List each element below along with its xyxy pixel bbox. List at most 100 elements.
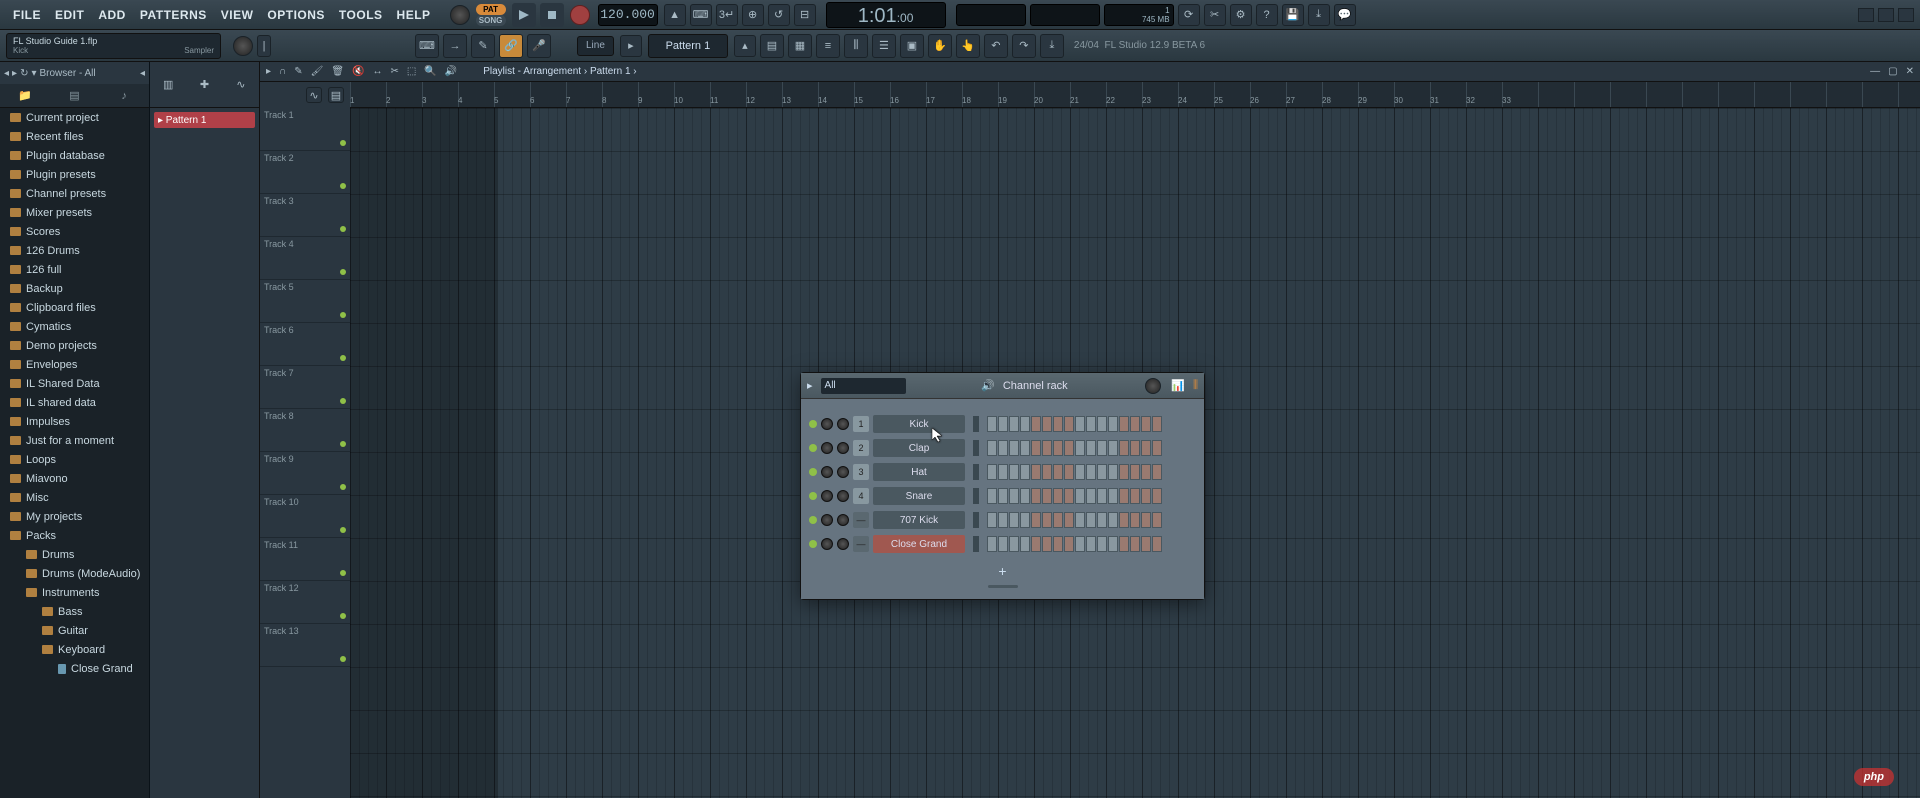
channel-mute-led[interactable] xyxy=(809,420,817,428)
step-cell[interactable] xyxy=(1053,512,1063,528)
playlist-max-icon[interactable]: ▢ xyxy=(1888,66,1897,77)
step-cell[interactable] xyxy=(1086,488,1096,504)
step-cell[interactable] xyxy=(1020,512,1030,528)
browser-item[interactable]: Packs xyxy=(0,526,149,545)
step-cell[interactable] xyxy=(1075,512,1085,528)
menu-edit[interactable]: EDIT xyxy=(48,8,91,22)
tempo-display[interactable]: 120.000 xyxy=(598,4,658,26)
track-header[interactable]: Track 3 xyxy=(260,194,350,237)
browser-item[interactable]: Drums xyxy=(0,545,149,564)
browser-item[interactable]: Clipboard files xyxy=(0,298,149,317)
playlist-min-icon[interactable]: — xyxy=(1870,66,1880,77)
browser-item[interactable]: Misc xyxy=(0,488,149,507)
close-button[interactable] xyxy=(1898,8,1914,22)
step-cell[interactable] xyxy=(1130,536,1140,552)
wait-input-icon[interactable]: ⌨ xyxy=(690,4,712,26)
step-cell[interactable] xyxy=(1086,416,1096,432)
ruler-pat-icon[interactable]: ▤ xyxy=(328,87,344,103)
step-cell[interactable] xyxy=(1053,440,1063,456)
step-cell[interactable] xyxy=(1042,440,1052,456)
playlist-toggle[interactable]: ▤ xyxy=(760,34,784,58)
typing-kb-icon[interactable]: ⌨ xyxy=(415,34,439,58)
browser-item[interactable]: Scores xyxy=(0,222,149,241)
channel-route[interactable]: — xyxy=(853,536,869,552)
browser-item[interactable]: Demo projects xyxy=(0,336,149,355)
cloud-icon[interactable]: ⤓ xyxy=(1040,34,1064,58)
browser-item[interactable]: Cymatics xyxy=(0,317,149,336)
pattern-selector[interactable]: Pattern 1 xyxy=(648,34,728,58)
step-cell[interactable] xyxy=(1141,464,1151,480)
step-cell[interactable] xyxy=(1042,512,1052,528)
ruler-wave-icon[interactable]: ∿ xyxy=(306,87,322,103)
channel-pan-knob[interactable] xyxy=(821,490,833,502)
browser-item[interactable]: Channel presets xyxy=(0,184,149,203)
maximize-button[interactable] xyxy=(1878,8,1894,22)
snap-chevron[interactable]: ▸ xyxy=(620,35,642,57)
step-cell[interactable] xyxy=(1064,464,1074,480)
step-cell[interactable] xyxy=(998,488,1008,504)
track-header[interactable]: Track 1 xyxy=(260,108,350,151)
channel-mute-led[interactable] xyxy=(809,516,817,524)
draw-tool-icon[interactable]: ✎ xyxy=(294,66,302,77)
step-cell[interactable] xyxy=(1141,440,1151,456)
track-mute-led[interactable] xyxy=(340,269,346,275)
browser-item[interactable]: Just for a moment xyxy=(0,431,149,450)
tab-plugins[interactable]: ▤ xyxy=(64,87,84,105)
browser-item[interactable]: Instruments xyxy=(0,583,149,602)
step-cell[interactable] xyxy=(1130,488,1140,504)
step-cell[interactable] xyxy=(1053,416,1063,432)
step-cell[interactable] xyxy=(1064,488,1074,504)
step-cell[interactable] xyxy=(987,440,997,456)
midi-out-icon[interactable]: 🎤 xyxy=(527,34,551,58)
browser-item[interactable]: Impulses xyxy=(0,412,149,431)
step-cell[interactable] xyxy=(1020,464,1030,480)
browser-item[interactable]: IL Shared Data xyxy=(0,374,149,393)
browser-item[interactable]: Recent files xyxy=(0,127,149,146)
channel-vol-knob[interactable] xyxy=(837,538,849,550)
step-cell[interactable] xyxy=(1031,464,1041,480)
back-icon[interactable]: ◂ xyxy=(4,68,9,79)
channel-name-button[interactable]: Kick xyxy=(873,415,965,433)
step-cell[interactable] xyxy=(1119,488,1129,504)
browser-item[interactable]: Plugin database xyxy=(0,146,149,165)
step-cell[interactable] xyxy=(1141,416,1151,432)
track-header[interactable]: Track 9 xyxy=(260,452,350,495)
bend-icon[interactable]: → xyxy=(443,34,467,58)
step-cell[interactable] xyxy=(1152,416,1162,432)
step-cell[interactable] xyxy=(1009,488,1019,504)
step-cell[interactable] xyxy=(1086,440,1096,456)
step-cell[interactable] xyxy=(1152,488,1162,504)
channel-rack-titlebar[interactable]: ▸ All 🔊 Channel rack 📊 ⫼ xyxy=(801,373,1204,399)
browser-item[interactable]: Current project xyxy=(0,108,149,127)
step-cell[interactable] xyxy=(1064,512,1074,528)
track-header[interactable]: Track 8 xyxy=(260,409,350,452)
step-cell[interactable] xyxy=(1086,536,1096,552)
cr-swing-knob[interactable] xyxy=(1145,378,1161,394)
browser-item[interactable]: 126 full xyxy=(0,260,149,279)
step-cell[interactable] xyxy=(1097,416,1107,432)
track-mute-led[interactable] xyxy=(340,226,346,232)
undo-icon[interactable]: ↶ xyxy=(984,34,1008,58)
step-cell[interactable] xyxy=(1152,464,1162,480)
redo-icon[interactable]: ↷ xyxy=(1012,34,1036,58)
slice-tool-icon[interactable]: ✂ xyxy=(390,66,398,77)
channel-name-button[interactable]: Close Grand xyxy=(873,535,965,553)
track-header[interactable]: Track 2 xyxy=(260,151,350,194)
loop-rec-icon[interactable]: ↺ xyxy=(768,4,790,26)
step-cell[interactable] xyxy=(1031,440,1041,456)
pitch-reset[interactable]: | xyxy=(257,35,271,57)
track-mute-led[interactable] xyxy=(340,355,346,361)
step-cell[interactable] xyxy=(1020,416,1030,432)
mute-tool-icon[interactable]: 🔇 xyxy=(352,66,364,77)
step-cell[interactable] xyxy=(1053,488,1063,504)
step-cell[interactable] xyxy=(1119,440,1129,456)
reload-icon[interactable]: ↻ xyxy=(20,68,28,79)
track-mute-led[interactable] xyxy=(340,140,346,146)
step-cell[interactable] xyxy=(1130,416,1140,432)
breadcrumb[interactable]: Playlist - Arrangement › Pattern 1 › xyxy=(483,66,636,77)
channel-route[interactable]: 4 xyxy=(853,488,869,504)
step-cell[interactable] xyxy=(987,512,997,528)
step-cell[interactable] xyxy=(1009,536,1019,552)
channel-vol-knob[interactable] xyxy=(837,466,849,478)
step-cell[interactable] xyxy=(1086,512,1096,528)
